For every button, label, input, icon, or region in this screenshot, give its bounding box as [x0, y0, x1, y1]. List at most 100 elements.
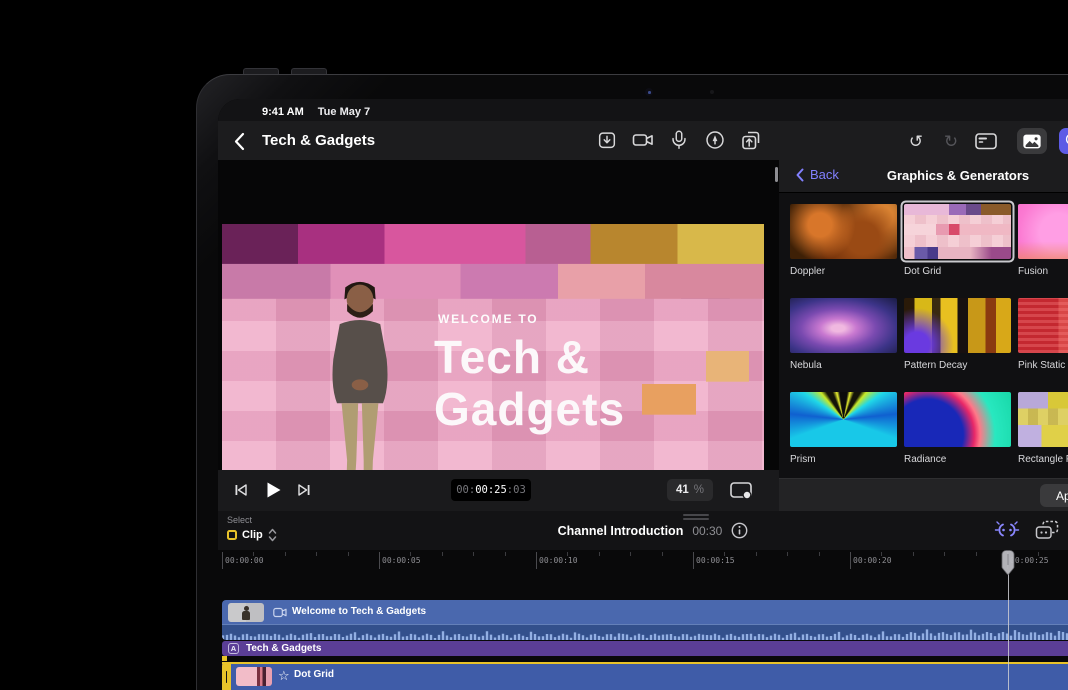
status-time: 9:41 AM — [262, 106, 304, 118]
timecode-frames: :03 — [507, 484, 526, 496]
generator-label: Pink Static Decay — [1018, 360, 1068, 371]
timeline-toolbar: Select Clip Channel Introduction 00:30 — [218, 511, 1068, 550]
toolbar-right: ↺ ↻ — [904, 128, 1068, 154]
zoom-value: 41 — [676, 484, 689, 496]
timeline-clip-title: Channel Introduction — [558, 524, 684, 538]
playhead[interactable] — [1001, 550, 1015, 578]
timeline-ruler[interactable]: 00:00:0000:00:0500:00:1000:00:1500:00:20… — [218, 550, 1068, 580]
clips-overview-icon[interactable] — [1033, 518, 1061, 542]
panel-header: Back Graphics & Generators — [779, 160, 1068, 193]
presenter-mini-silhouette — [242, 606, 250, 620]
panel-resize-handle[interactable] — [775, 167, 778, 182]
ruler-minor-tick — [724, 552, 725, 556]
viewer-overlay-title-line1: Tech & — [434, 334, 590, 380]
ruler-minor-tick — [253, 552, 254, 556]
generator-thumbnail-radiance[interactable] — [904, 392, 1011, 447]
timecode-hours: 00: — [456, 484, 475, 496]
undo-icon[interactable]: ↺ — [904, 129, 928, 153]
generator-item[interactable]: Prism — [790, 392, 897, 465]
info-icon[interactable] — [731, 522, 748, 539]
ruler-minor-tick — [1038, 552, 1039, 556]
ruler-tick: 00:00:05 — [379, 552, 380, 569]
play-button[interactable] — [263, 481, 283, 499]
viewer-zoom-control[interactable]: 41% — [667, 479, 713, 501]
playhead-line — [1008, 574, 1010, 690]
timecode-main: 00:25 — [475, 484, 507, 496]
status-bar: 9:41 AM Tue May 7 — [218, 99, 1068, 121]
skip-back-icon[interactable] — [231, 481, 251, 499]
generator-label: Doppler — [790, 266, 897, 277]
ruler-minor-tick — [348, 552, 349, 556]
ruler-minor-tick — [756, 552, 757, 556]
generator-item[interactable]: Rectangle Pixels — [1018, 392, 1068, 465]
generator-thumbnail-dot-grid[interactable] — [904, 204, 1011, 259]
generator-item[interactable]: Pattern Decay — [904, 298, 1011, 371]
back-button[interactable] — [234, 131, 254, 151]
generator-item[interactable]: Nebula — [790, 298, 897, 371]
title-clip-track[interactable]: A Tech & Gadgets — [222, 641, 1068, 656]
titles-browser-icon[interactable] — [974, 129, 998, 153]
transport-bar: 00:00:25:03 41% — [218, 470, 779, 511]
sensor-dot — [710, 90, 714, 94]
timeline-toolbar-right — [993, 518, 1061, 542]
generator-clip-thumbnail — [236, 667, 272, 686]
media-browser-icon[interactable] — [1017, 128, 1047, 154]
generator-thumbnail-nebula[interactable] — [790, 298, 897, 353]
timecode-display[interactable]: 00:00:25:03 — [451, 479, 531, 501]
generator-thumbnail-prism[interactable] — [790, 392, 897, 447]
connect-clips-icon[interactable] — [993, 518, 1021, 542]
generator-item[interactable]: Fusion — [1018, 204, 1068, 277]
apply-button[interactable]: Apply — [1040, 484, 1068, 507]
microphone-icon[interactable] — [667, 128, 691, 152]
generator-thumbnail-rectangle-pixels[interactable] — [1018, 392, 1068, 447]
generator-thumbnail-fusion[interactable] — [1018, 204, 1068, 259]
share-icon[interactable] — [739, 128, 763, 152]
ruler-minor-tick — [913, 552, 914, 556]
import-icon[interactable] — [595, 128, 619, 152]
volume-button — [291, 68, 327, 74]
generator-label: Rectangle Pixels — [1018, 454, 1068, 465]
draw-icon[interactable] — [703, 128, 727, 152]
generator-thumbnail-pattern-decay[interactable] — [904, 298, 1011, 353]
ruler-minor-tick — [567, 552, 568, 556]
ruler-minor-tick — [599, 552, 600, 556]
viewer-background: WELCOME TO Tech & Gadgets — [218, 160, 779, 511]
skip-forward-icon[interactable] — [294, 481, 314, 499]
generator-label: Radiance — [904, 454, 1011, 465]
project-title: Tech & Gadgets — [262, 132, 375, 149]
generator-item[interactable]: Radiance — [904, 392, 1011, 465]
graphics-panel: Back Graphics & Generators Doppler Dot Gr… — [779, 160, 1068, 478]
toolbar-center — [595, 128, 763, 152]
selection-corner-dot — [222, 656, 227, 661]
ruler-tick: 00:00:00 — [222, 552, 223, 569]
ruler-minor-tick — [881, 552, 882, 556]
generator-clip-track[interactable]: ☆ Dot Grid — [222, 662, 1068, 690]
generator-label: Dot Grid — [904, 266, 1011, 277]
ruler-minor-tick — [442, 552, 443, 556]
title-bar: Tech & Gadgets ↺ ↻ — [218, 121, 1068, 160]
graphics-browser-icon[interactable] — [1059, 128, 1068, 154]
generator-thumbnail-pink-static-decay[interactable] — [1018, 298, 1068, 353]
zoom-unit: % — [694, 484, 704, 496]
video-clip-filmstrip: Welcome to Tech & Gadgets — [222, 600, 1068, 624]
video-clip-track[interactable]: Welcome to Tech & Gadgets — [222, 600, 1068, 640]
timeline-drag-handle[interactable] — [683, 514, 709, 522]
generator-item[interactable]: Pink Static Decay — [1018, 298, 1068, 371]
generator-star-icon: ☆ — [278, 667, 290, 685]
viewer-display-icon[interactable] — [728, 480, 754, 500]
redo-icon[interactable]: ↻ — [939, 129, 963, 153]
trim-handle[interactable] — [222, 662, 231, 690]
ruler-minor-tick — [630, 552, 631, 556]
ruler-minor-tick — [410, 552, 411, 556]
ruler-minor-tick — [316, 552, 317, 556]
timeline-area[interactable]: 00:00:0000:00:0500:00:1000:00:1500:00:20… — [218, 550, 1068, 690]
ruler-minor-tick — [473, 552, 474, 556]
ruler-minor-tick — [285, 552, 286, 556]
app-window: 9:41 AM Tue May 7 Tech & Gadgets — [218, 99, 1068, 690]
generator-label: Pattern Decay — [904, 360, 1011, 371]
video-camera-icon[interactable] — [631, 128, 655, 152]
volume-button — [243, 68, 279, 74]
generator-item[interactable]: Dot Grid — [904, 204, 1011, 277]
generator-item[interactable]: Doppler — [790, 204, 897, 277]
generator-thumbnail-doppler[interactable] — [790, 204, 897, 259]
